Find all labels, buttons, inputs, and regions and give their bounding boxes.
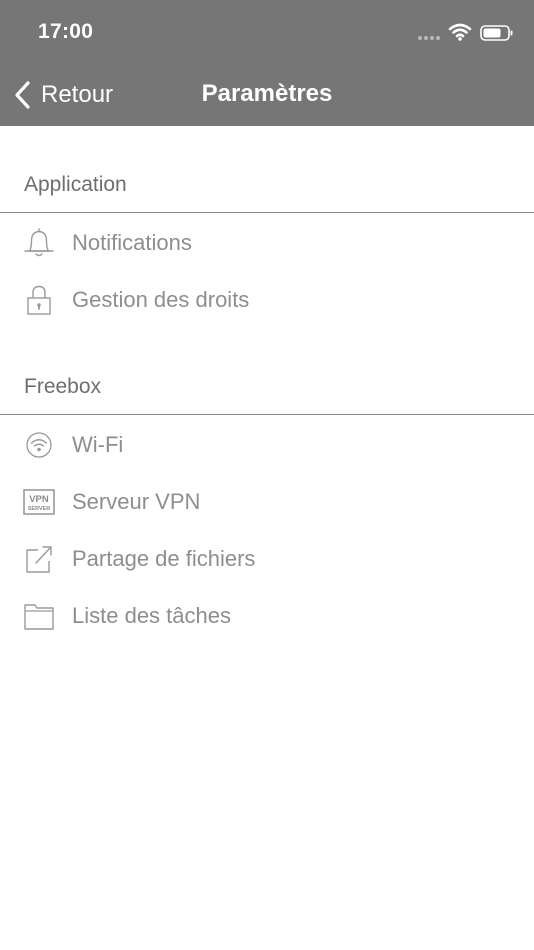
page-title: Paramètres bbox=[201, 80, 333, 107]
settings-item-rights-management[interactable]: Gestion des droits bbox=[0, 271, 534, 328]
lock-icon bbox=[22, 283, 56, 317]
settings-item-wifi[interactable]: Wi-Fi bbox=[0, 416, 534, 473]
settings-item-label: Notifications bbox=[72, 229, 192, 255]
section-divider bbox=[0, 212, 534, 213]
battery-icon bbox=[480, 25, 513, 41]
server-icon-text: SERVER bbox=[28, 506, 51, 512]
settings-item-label: Partage de fichiers bbox=[72, 545, 256, 571]
settings-item-file-sharing[interactable]: Partage de fichiers bbox=[0, 530, 534, 587]
wifi-status-icon bbox=[448, 23, 472, 41]
settings-item-label: Serveur VPN bbox=[72, 488, 201, 514]
settings-item-label: Liste des tâches bbox=[72, 602, 231, 628]
settings-item-label: Gestion des droits bbox=[72, 286, 250, 312]
share-edit-icon bbox=[22, 542, 56, 576]
section-divider bbox=[0, 414, 534, 415]
vpn-server-icon: VPN SERVER bbox=[22, 485, 56, 519]
section-header-application: Application bbox=[24, 173, 127, 196]
folder-icon bbox=[22, 599, 56, 633]
settings-item-notifications[interactable]: Notifications bbox=[0, 214, 534, 271]
signal-dots-icon bbox=[418, 36, 444, 42]
settings-item-label: Wi-Fi bbox=[72, 431, 124, 457]
bell-icon bbox=[22, 226, 56, 260]
vpn-icon-text: VPN bbox=[29, 494, 49, 505]
settings-item-task-list[interactable]: Liste des tâches bbox=[0, 587, 534, 644]
settings-item-vpn-server[interactable]: VPN SERVER Serveur VPN bbox=[0, 473, 534, 530]
section-header-freebox: Freebox bbox=[24, 375, 102, 398]
wifi-icon bbox=[22, 428, 56, 462]
navigation-header: 17:00 Retour Paramètres bbox=[0, 0, 534, 126]
status-time: 17:00 bbox=[38, 20, 94, 43]
